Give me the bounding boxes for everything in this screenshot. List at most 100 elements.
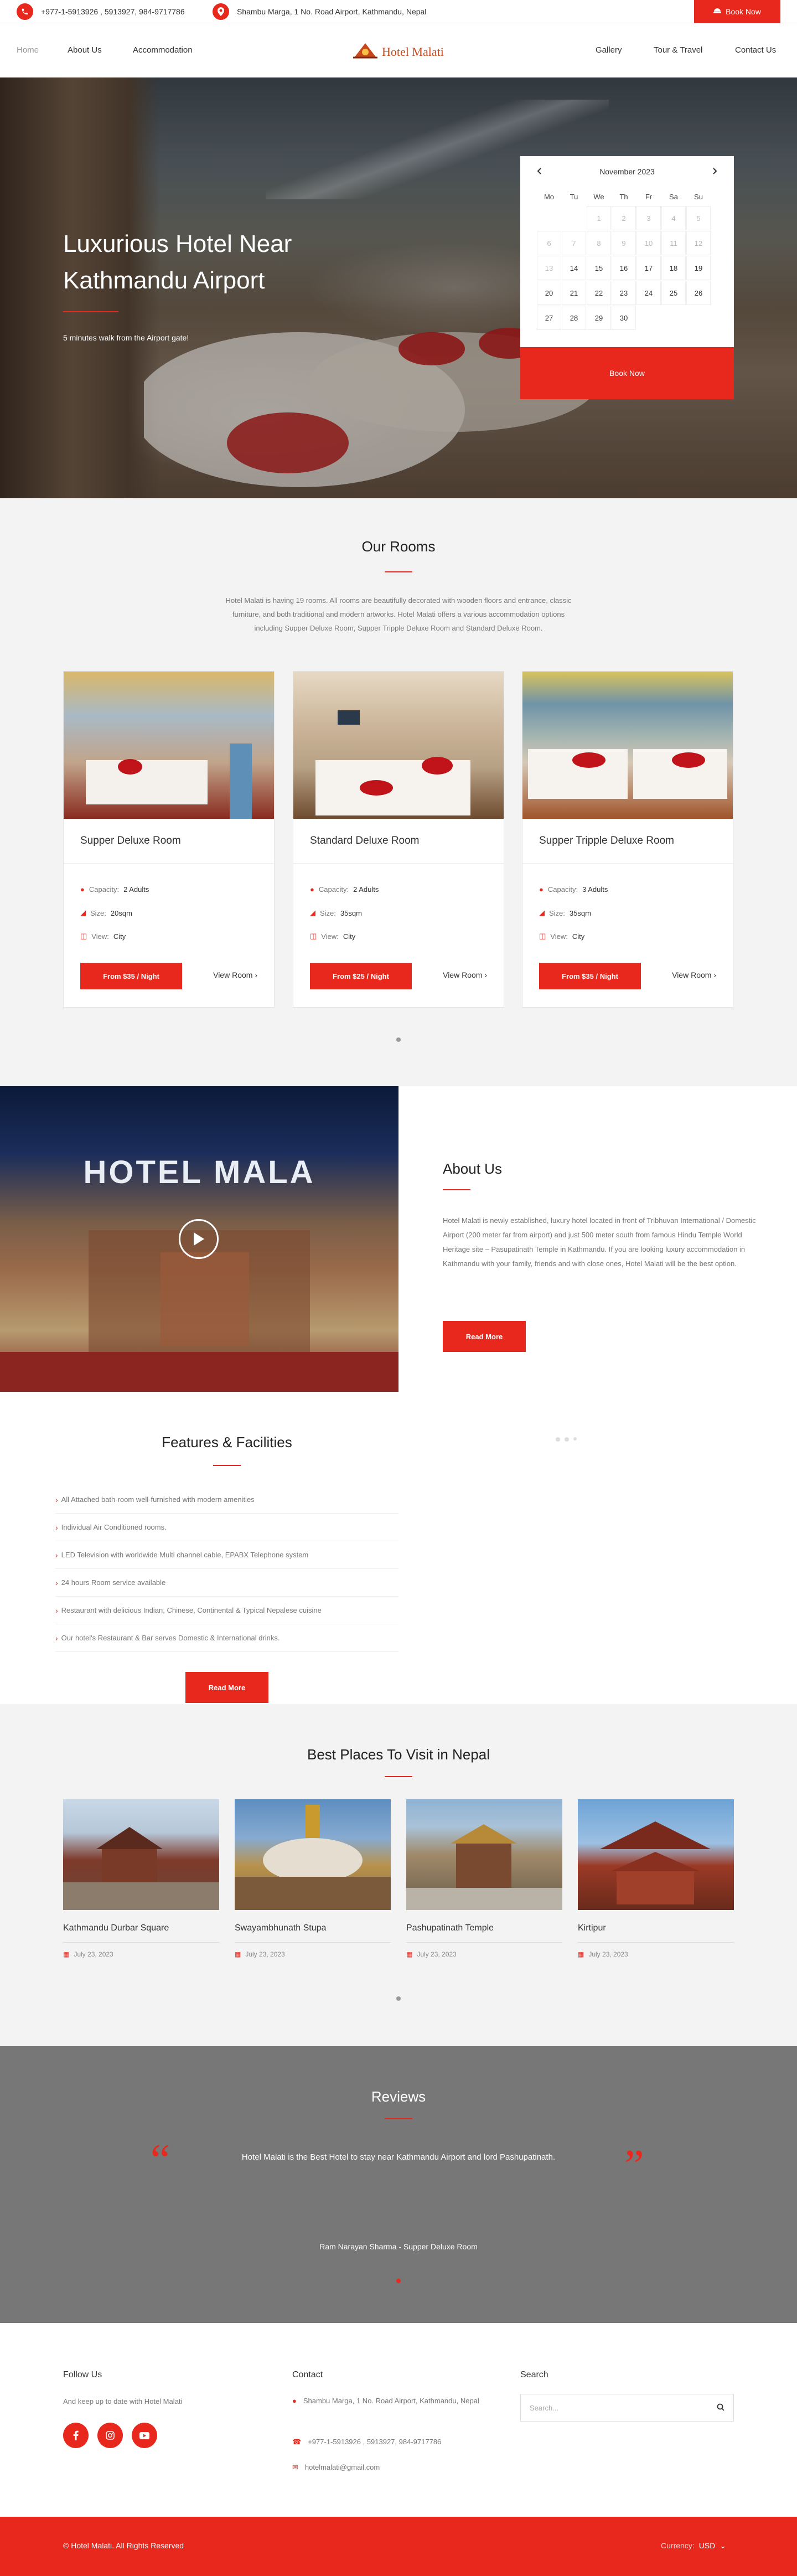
contact-email[interactable]: ✉ hotelmalati@gmail.com bbox=[292, 2461, 380, 2474]
place-name: Kirtipur bbox=[578, 1923, 734, 1943]
calendar-day[interactable]: 16 bbox=[612, 256, 636, 280]
book-now-top-button[interactable]: Book Now bbox=[694, 0, 780, 23]
calendar-day: 12 bbox=[686, 231, 711, 255]
phone-icon: ☎ bbox=[292, 2438, 302, 2446]
calendar-day: 10 bbox=[636, 231, 661, 255]
rooms-description: Hotel Malati is having 19 rooms. All roo… bbox=[225, 596, 572, 632]
calendar-day[interactable]: 18 bbox=[661, 256, 686, 280]
room-image[interactable] bbox=[293, 672, 504, 819]
topbar-phone[interactable]: +977-1-5913926 , 5913927, 984-9717786 bbox=[17, 0, 185, 23]
facebook-icon[interactable] bbox=[63, 2423, 89, 2448]
nav-contact-us[interactable]: Contact Us bbox=[735, 45, 776, 55]
crest-icon bbox=[352, 42, 379, 61]
calendar-day[interactable]: 26 bbox=[686, 281, 711, 305]
size-icon: ◢ bbox=[539, 908, 545, 917]
calendar-day[interactable]: 22 bbox=[587, 281, 611, 305]
calendar-day[interactable]: 24 bbox=[636, 281, 661, 305]
calendar-day[interactable]: 19 bbox=[686, 256, 711, 280]
chevron-right-icon: › bbox=[55, 1578, 58, 1587]
footer-search-input[interactable]: Search... bbox=[520, 2394, 734, 2422]
chevron-left-icon[interactable] bbox=[537, 167, 541, 176]
instagram-icon[interactable] bbox=[97, 2423, 123, 2448]
calendar-day[interactable]: 25 bbox=[661, 281, 686, 305]
nav-gallery[interactable]: Gallery bbox=[596, 45, 622, 55]
view-room-link[interactable]: View Room › bbox=[672, 970, 716, 979]
chevron-right-icon: › bbox=[713, 970, 716, 979]
youtube-icon[interactable] bbox=[132, 2423, 157, 2448]
features-divider bbox=[213, 1465, 241, 1466]
contact-email-text: hotelmalati@gmail.com bbox=[304, 2463, 380, 2471]
currency-selector[interactable]: Currency: USD ⌄ bbox=[661, 2541, 726, 2551]
view-room-link[interactable]: View Room › bbox=[443, 970, 487, 979]
weekday: Mo bbox=[544, 192, 555, 201]
features-carousel-dot[interactable] bbox=[565, 1437, 569, 1442]
place-name: Kathmandu Durbar Square bbox=[63, 1923, 219, 1943]
chevron-right-icon: › bbox=[55, 1550, 58, 1560]
contact-phone[interactable]: ☎ +977-1-5913926 , 5913927, 984-9717786 bbox=[292, 2436, 441, 2448]
calendar-day[interactable]: 17 bbox=[636, 256, 661, 280]
rooms-carousel-dot[interactable] bbox=[396, 1037, 401, 1042]
bottom-bar: © Hotel Malati. All Rights Reserved Curr… bbox=[0, 2517, 797, 2576]
room-image[interactable] bbox=[64, 672, 274, 819]
nav-accommodation[interactable]: Accommodation bbox=[133, 45, 193, 55]
places-carousel-dot[interactable] bbox=[396, 1996, 401, 2001]
places-title: Best Places To Visit in Nepal bbox=[307, 1746, 490, 1763]
room-price-button[interactable]: From $25 / Night bbox=[310, 963, 412, 989]
calendar-day[interactable]: 23 bbox=[612, 281, 636, 305]
place-image[interactable] bbox=[63, 1799, 219, 1910]
view-room-label: View Room bbox=[213, 970, 253, 979]
play-icon[interactable] bbox=[179, 1219, 219, 1259]
room-size: ◢ Size: 35sqm bbox=[310, 908, 362, 917]
reviews-carousel-dot[interactable] bbox=[396, 2279, 401, 2283]
weekday: Sa bbox=[669, 192, 678, 201]
room-card: Standard Deluxe Room ● Capacity: 2 Adults … bbox=[293, 671, 504, 1008]
nav-home[interactable]: Home bbox=[17, 45, 39, 55]
capacity-value: 3 Adults bbox=[582, 885, 608, 894]
calendar-day[interactable]: 14 bbox=[562, 256, 586, 280]
features-carousel-dot[interactable] bbox=[556, 1437, 560, 1442]
place-date-text: July 23, 2023 bbox=[74, 1950, 113, 1958]
calendar-day[interactable]: 15 bbox=[587, 256, 611, 280]
reviews-title: Reviews bbox=[371, 2088, 426, 2105]
nav-tour-travel[interactable]: Tour & Travel bbox=[654, 45, 702, 55]
capacity-label: Capacity: bbox=[547, 885, 578, 894]
place-card[interactable]: Swayambhunath Stupa ▦ July 23, 2023 bbox=[235, 1799, 391, 1958]
calendar-day[interactable]: 20 bbox=[537, 281, 561, 305]
calendar-day[interactable]: 21 bbox=[562, 281, 586, 305]
size-value: 35sqm bbox=[569, 908, 591, 917]
feature-item: › 24 hours Room service available bbox=[55, 1569, 398, 1597]
view-label: View: bbox=[550, 932, 568, 941]
place-card[interactable]: Kirtipur ▦ July 23, 2023 bbox=[578, 1799, 734, 1958]
view-value: City bbox=[113, 932, 126, 941]
chevron-right-icon[interactable] bbox=[713, 167, 717, 176]
features-read-more-button[interactable]: Read More bbox=[185, 1672, 268, 1703]
view-room-link[interactable]: View Room › bbox=[213, 970, 257, 979]
chevron-right-icon: › bbox=[255, 970, 257, 979]
place-card[interactable]: Kathmandu Durbar Square ▦ July 23, 2023 bbox=[63, 1799, 219, 1958]
place-image[interactable] bbox=[235, 1799, 391, 1910]
user-icon: ● bbox=[310, 885, 314, 894]
hotel-logo[interactable]: Hotel Malati bbox=[352, 42, 444, 61]
room-price-button[interactable]: From $35 / Night bbox=[539, 963, 641, 989]
topbar-address[interactable]: Shambu Marga, 1 No. Road Airport, Kathma… bbox=[213, 0, 426, 23]
place-date-text: July 23, 2023 bbox=[588, 1950, 628, 1958]
calendar-day[interactable]: 29 bbox=[587, 306, 611, 330]
room-image[interactable] bbox=[522, 672, 733, 819]
place-card[interactable]: Pashupatinath Temple ▦ July 23, 2023 bbox=[406, 1799, 562, 1958]
review-author: Ram Narayan Sharma - Supper Deluxe Room bbox=[319, 2242, 478, 2251]
features-carousel-dot[interactable] bbox=[573, 1437, 577, 1441]
nav-about-us[interactable]: About Us bbox=[68, 45, 102, 55]
currency-label: Currency: bbox=[661, 2541, 695, 2550]
place-image[interactable] bbox=[578, 1799, 734, 1910]
search-icon[interactable] bbox=[717, 2403, 724, 2413]
about-read-more-button[interactable]: Read More bbox=[443, 1321, 526, 1352]
room-price-button[interactable]: From $35 / Night bbox=[80, 963, 182, 989]
chevron-right-icon: › bbox=[55, 1522, 58, 1532]
calendar-day[interactable]: 27 bbox=[537, 306, 561, 330]
about-video-thumbnail[interactable]: HOTEL MALA bbox=[0, 1086, 398, 1392]
calendar-day[interactable]: 30 bbox=[612, 306, 636, 330]
calendar-day[interactable]: 28 bbox=[562, 306, 586, 330]
size-label: Size: bbox=[549, 908, 565, 917]
place-image[interactable] bbox=[406, 1799, 562, 1910]
calendar-book-now-button[interactable]: Book Now bbox=[520, 347, 734, 399]
